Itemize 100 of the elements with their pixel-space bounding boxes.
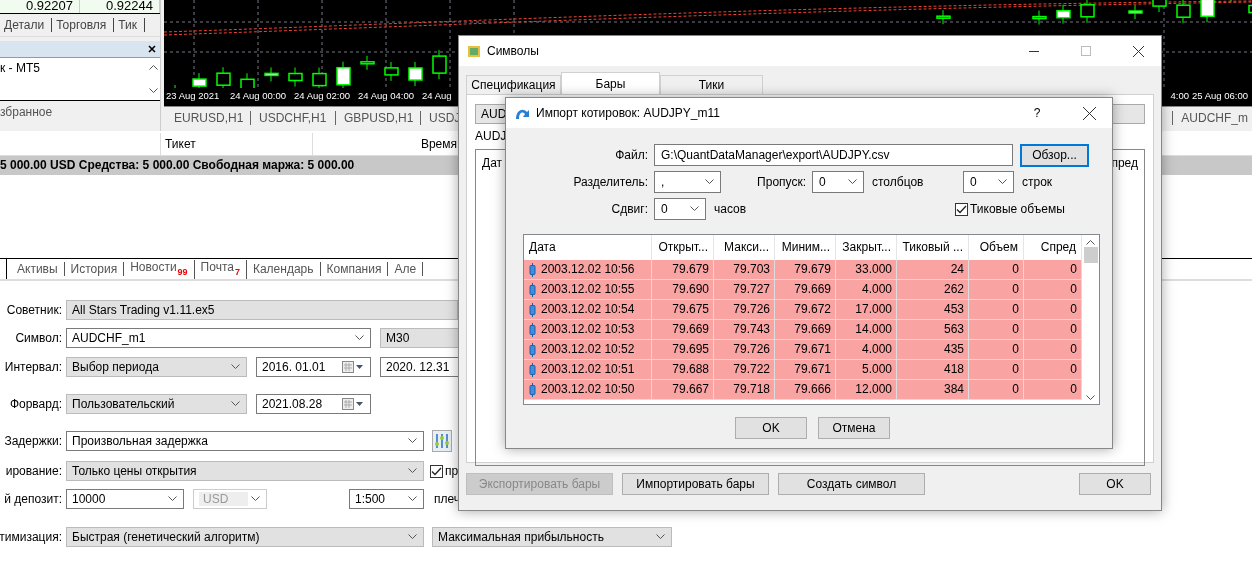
- chevron-down-icon: [168, 496, 177, 502]
- table-cell: 79.672: [775, 300, 836, 319]
- table-row[interactable]: 2003.12.02 10:50 79.667 79.718 79.666 12.000 384 0 0: [524, 380, 1082, 400]
- dropdown[interactable]: Только цены открытия: [66, 461, 424, 481]
- tab[interactable]: Торговля: [52, 18, 115, 32]
- ask-price: 0.92244: [80, 0, 160, 13]
- table-row[interactable]: 2003.12.02 10:55 79.690 79.727 79.669 4.000 262 0 0: [524, 280, 1082, 300]
- tab[interactable]: Детали: [0, 18, 53, 32]
- date-field[interactable]: 2020. 12.31: [380, 357, 460, 377]
- minimize-icon[interactable]: [1029, 50, 1039, 52]
- table-row[interactable]: 2003.12.02 10:51 79.688 79.722 79.671 5.000 418 0 0: [524, 360, 1082, 380]
- chevron-down-icon: [355, 335, 364, 341]
- table-cell-text: 2003.12.02 10:50: [541, 381, 635, 398]
- app-icon: [467, 44, 481, 58]
- table-cell: 435: [897, 340, 969, 359]
- table-cell: 0: [969, 320, 1024, 339]
- symbol-label: AUDJ: [475, 129, 508, 143]
- scroll-up-icon[interactable]: [1086, 239, 1095, 245]
- ok-button[interactable]: OK: [1079, 473, 1151, 495]
- checkbox[interactable]: [430, 464, 443, 478]
- bid-price: 0.92207: [0, 0, 80, 13]
- field-label: й депозит:: [4, 492, 62, 506]
- checkbox-label: пр: [445, 464, 459, 478]
- table-cell: 0: [969, 300, 1024, 319]
- table-cell-text: 2003.12.02 10:53: [541, 321, 635, 338]
- table-cell-text: 2003.12.02 10:51: [541, 361, 635, 378]
- chart-tab[interactable]: USDCHF,H1: [251, 111, 336, 125]
- close-icon[interactable]: [1132, 45, 1144, 57]
- window-title: Символы: [487, 44, 540, 58]
- table-cell-text: 2003.12.02 10:54: [541, 301, 635, 318]
- table-cell: 453: [897, 300, 969, 319]
- tab[interactable]: История: [64, 262, 125, 276]
- tab[interactable]: Календарь: [246, 262, 321, 276]
- table-cell: 79.675: [652, 300, 714, 319]
- checkbox[interactable]: [955, 202, 968, 216]
- date-picker[interactable]: 2021.08.28: [256, 394, 371, 414]
- combo-box[interactable]: 10000: [66, 489, 184, 509]
- tab[interactable]: Але: [388, 262, 424, 276]
- file-path-field[interactable]: G:\QuantDataManager\export\AUDJPY.csv: [654, 144, 1013, 166]
- settings-button[interactable]: [432, 430, 452, 452]
- table-cell: 262: [897, 280, 969, 299]
- axis-label: 23 Aug 2021: [166, 90, 220, 101]
- table-cell: 79.726: [714, 340, 775, 359]
- table-cell: 0: [969, 260, 1024, 279]
- scrollbar-thumb[interactable]: [1083, 247, 1098, 263]
- table-cell: 79.669: [775, 280, 836, 299]
- tab[interactable]: Тик: [114, 18, 146, 32]
- skip-rows-dropdown[interactable]: 0: [963, 171, 1014, 193]
- separator-dropdown[interactable]: ,: [654, 171, 721, 193]
- table-row[interactable]: 2003.12.02 10:53 79.669 79.743 79.669 14.000 563 0 0: [524, 320, 1082, 340]
- dropdown[interactable]: Максимальная прибыльность: [432, 527, 672, 547]
- chart-tab[interactable]: EURUSD,H1: [166, 111, 251, 125]
- tab[interactable]: Бары: [561, 72, 660, 94]
- chevron-down-icon: [1086, 395, 1095, 401]
- table-row[interactable]: 2003.12.02 10:52 79.695 79.726 79.671 4.000 435 0 0: [524, 340, 1082, 360]
- field-label: Задержки:: [4, 434, 62, 448]
- candle-icon: [529, 262, 536, 277]
- scroll-up-icon[interactable]: [148, 64, 158, 70]
- tab[interactable]: Активы: [11, 262, 65, 276]
- combo-box[interactable]: AUDCHF_m1: [66, 328, 371, 348]
- table-cell: 12.000: [836, 380, 897, 399]
- close-icon[interactable]: [148, 45, 156, 53]
- chart-tab[interactable]: GBPUSD,H1: [336, 111, 421, 125]
- combo-box[interactable]: 1:500: [349, 489, 424, 509]
- chevron-down-icon: [408, 496, 417, 502]
- date-picker[interactable]: 2016. 01.01: [256, 357, 371, 377]
- table-cell: 563: [897, 320, 969, 339]
- tab[interactable]: Тики: [660, 75, 763, 94]
- dropdown[interactable]: Выбор периода: [66, 357, 247, 377]
- browse-button[interactable]: Обзор...: [1020, 143, 1089, 167]
- chart-tab[interactable]: AUDCHF_m: [1172, 111, 1252, 125]
- readonly-field: M30: [380, 328, 460, 348]
- table-cell: 79.667: [652, 380, 714, 399]
- tab[interactable]: Спецификация: [466, 75, 561, 94]
- ok-button[interactable]: OK: [735, 417, 807, 439]
- dropdown[interactable]: Быстрая (генетический алгоритм): [66, 527, 424, 547]
- tab[interactable]: збранное: [0, 105, 53, 119]
- cancel-button[interactable]: Отмена: [818, 417, 890, 439]
- field-label: Сдвиг:: [610, 202, 649, 216]
- tab[interactable]: Компания: [320, 262, 389, 276]
- table-cell: 0: [969, 360, 1024, 379]
- table-cell: 24: [897, 260, 969, 279]
- dropdown[interactable]: Пользовательский: [66, 394, 247, 414]
- help-button[interactable]: ?: [1014, 98, 1060, 128]
- column-header[interactable]: Тикет: [161, 133, 313, 155]
- chevron-down-icon: [231, 401, 240, 407]
- skip-columns-dropdown[interactable]: 0: [812, 171, 864, 193]
- tab[interactable]: Почта$_{7}$: [194, 259, 247, 279]
- table-row[interactable]: 2003.12.02 10:56 79.679 79.703 79.679 33.000 24 0 0: [524, 260, 1082, 280]
- chevron-down-icon: [998, 179, 1007, 185]
- chevron-down-icon: [705, 179, 714, 185]
- calendar-icon: [342, 398, 364, 410]
- shift-dropdown[interactable]: 0: [654, 198, 706, 220]
- close-icon[interactable]: [1082, 106, 1096, 120]
- create-button[interactable]: Создать символ: [778, 473, 925, 495]
- import-button[interactable]: Импортировать бары: [622, 473, 769, 495]
- tab[interactable]: Новости$_{99}$: [124, 259, 195, 279]
- combo-box[interactable]: Произвольная задержка: [66, 431, 424, 451]
- table-cell: 79.688: [652, 360, 714, 379]
- table-row[interactable]: 2003.12.02 10:54 79.675 79.726 79.672 17.000 453 0 0: [524, 300, 1082, 320]
